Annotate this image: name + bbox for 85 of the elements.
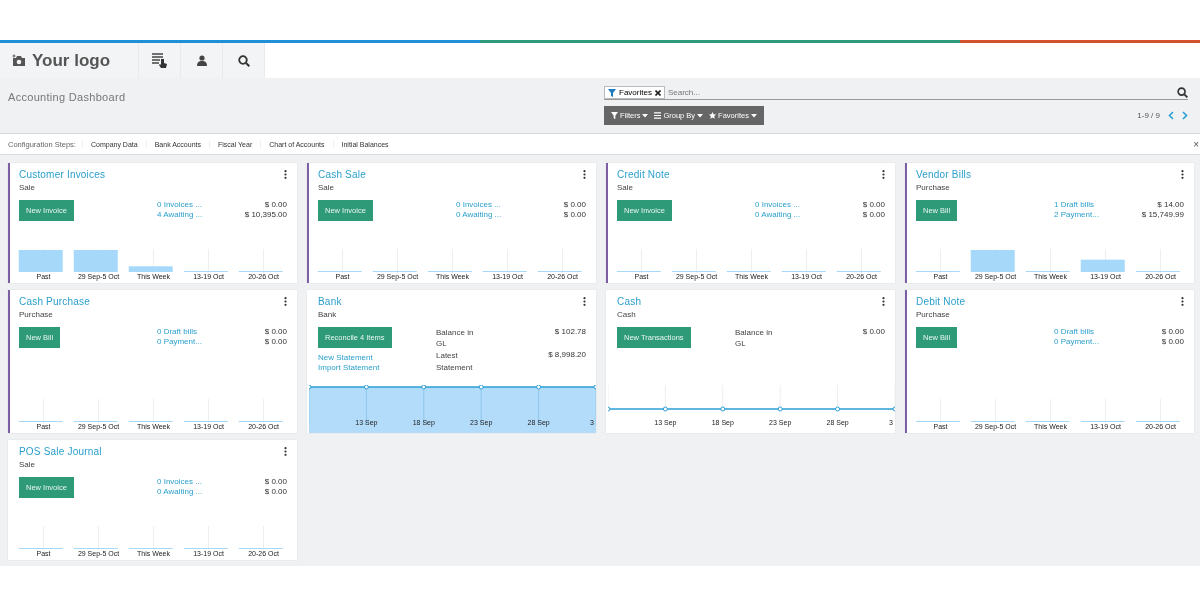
card-title[interactable]: Customer Invoices bbox=[19, 169, 106, 180]
menu-icon bbox=[150, 52, 169, 69]
more-icon[interactable] bbox=[284, 447, 287, 456]
card-subtitle: Bank bbox=[318, 310, 337, 319]
more-icon[interactable] bbox=[284, 297, 287, 306]
stat-label: Balance in GL bbox=[436, 327, 475, 350]
stat-amount: $ 0.00 bbox=[862, 200, 885, 209]
stat-amount: $ 0.00 bbox=[1161, 337, 1184, 346]
card-title[interactable]: Bank bbox=[318, 296, 342, 307]
stat-link[interactable]: 0 Invoices ... bbox=[456, 200, 501, 209]
stat-amount: $ 102.78 bbox=[554, 327, 586, 336]
stat-label: Latest Statement bbox=[436, 350, 474, 373]
card-title[interactable]: POS Sale Journal bbox=[19, 446, 102, 457]
stat-amount: $ 15,749.99 bbox=[1141, 210, 1184, 219]
close-button[interactable]: × bbox=[1193, 138, 1200, 150]
stat-amount: $ 0.00 bbox=[563, 200, 586, 209]
stat-amount: $ 0.00 bbox=[563, 210, 586, 219]
stat-amount: $ 8,998.20 bbox=[548, 350, 586, 360]
card-title[interactable]: Vendor Bills bbox=[916, 169, 972, 180]
facet-label: Favorites bbox=[619, 88, 652, 97]
more-icon[interactable] bbox=[1181, 170, 1184, 179]
search-facet[interactable]: Favorites bbox=[604, 86, 665, 99]
card-title[interactable]: Cash Sale bbox=[318, 169, 366, 180]
next-icon[interactable] bbox=[1182, 111, 1188, 120]
card-subtitle: Purchase bbox=[916, 310, 950, 319]
more-icon[interactable] bbox=[284, 170, 287, 179]
stat-link[interactable]: 2 Payment... bbox=[1054, 210, 1099, 219]
logo-text: Your logo bbox=[32, 50, 111, 71]
stat-amount: $ 0.00 bbox=[264, 477, 287, 486]
stat-amount: $ 0.00 bbox=[264, 487, 287, 496]
card-subtitle: Purchase bbox=[19, 310, 53, 319]
caret-icon bbox=[642, 113, 649, 118]
camera-icon bbox=[12, 54, 26, 67]
card-subtitle: Sale bbox=[318, 183, 334, 192]
stat-amount: $ 0.00 bbox=[862, 327, 885, 336]
stat-link[interactable]: 4 Awaiting ... bbox=[157, 210, 203, 219]
stat-link[interactable]: 1 Draft bills bbox=[1054, 200, 1094, 209]
search-icon bbox=[237, 54, 250, 67]
card-subtitle: Purchase bbox=[916, 183, 950, 192]
stat-amount: $ 0.00 bbox=[1161, 327, 1184, 336]
search-field[interactable]: Search... bbox=[667, 87, 1174, 98]
stat-link[interactable]: 0 Awaiting ... bbox=[755, 210, 801, 219]
stat-amount: $ 0.00 bbox=[862, 210, 885, 219]
card-title[interactable]: Cash bbox=[617, 296, 642, 307]
more-icon[interactable] bbox=[583, 297, 586, 306]
search-icon[interactable] bbox=[1177, 87, 1188, 98]
stat-amount: $ 0.00 bbox=[264, 327, 287, 336]
card-subtitle: Cash bbox=[617, 310, 636, 319]
card-subtitle: Sale bbox=[617, 183, 633, 192]
stat-label: Balance in GL bbox=[735, 327, 774, 350]
stat-link[interactable]: 0 Invoices ... bbox=[157, 200, 202, 209]
stat-link[interactable]: 0 Invoices ... bbox=[755, 200, 800, 209]
stat-amount: $ 0.00 bbox=[264, 337, 287, 346]
stat-amount: $ 10,395.00 bbox=[244, 210, 287, 219]
card-subtitle: Sale bbox=[19, 183, 35, 192]
stat-link[interactable]: 0 Awaiting ... bbox=[157, 487, 203, 496]
stat-link[interactable]: 0 Invoices ... bbox=[157, 477, 202, 486]
stat-link[interactable]: 0 Draft bills bbox=[157, 327, 197, 336]
stat-link[interactable]: 0 Draft bills bbox=[1054, 327, 1094, 336]
star-icon bbox=[709, 112, 717, 119]
caret-icon bbox=[750, 113, 757, 118]
close-icon[interactable] bbox=[654, 89, 661, 96]
stat-amount: $ 0.00 bbox=[264, 200, 287, 209]
more-icon[interactable] bbox=[583, 170, 586, 179]
card-title[interactable]: Credit Note bbox=[617, 169, 670, 180]
previous-icon[interactable] bbox=[1168, 111, 1174, 120]
more-icon[interactable] bbox=[1181, 297, 1184, 306]
action-link[interactable]: New Statement bbox=[318, 353, 373, 362]
action-link[interactable]: Import Statement bbox=[318, 363, 380, 372]
list-icon bbox=[654, 112, 662, 119]
stat-link[interactable]: 0 Payment... bbox=[1054, 337, 1099, 346]
user-icon bbox=[196, 55, 207, 66]
stat-link[interactable]: 0 Awaiting ... bbox=[456, 210, 502, 219]
pager-value: 1-9 / 9 bbox=[1137, 111, 1160, 120]
filter-icon bbox=[611, 112, 618, 119]
filter-icon bbox=[608, 88, 616, 97]
card-title[interactable]: Cash Purchase bbox=[19, 296, 90, 307]
more-icon[interactable] bbox=[882, 297, 885, 306]
caret-icon bbox=[697, 113, 704, 118]
card-title[interactable]: Debit Note bbox=[916, 296, 966, 307]
more-icon[interactable] bbox=[882, 170, 885, 179]
page-title: Accounting Dashboard bbox=[8, 91, 126, 103]
card-subtitle: Sale bbox=[19, 460, 35, 469]
stat-link[interactable]: 0 Payment... bbox=[157, 337, 202, 346]
stat-amount: $ 14.00 bbox=[1157, 200, 1184, 209]
